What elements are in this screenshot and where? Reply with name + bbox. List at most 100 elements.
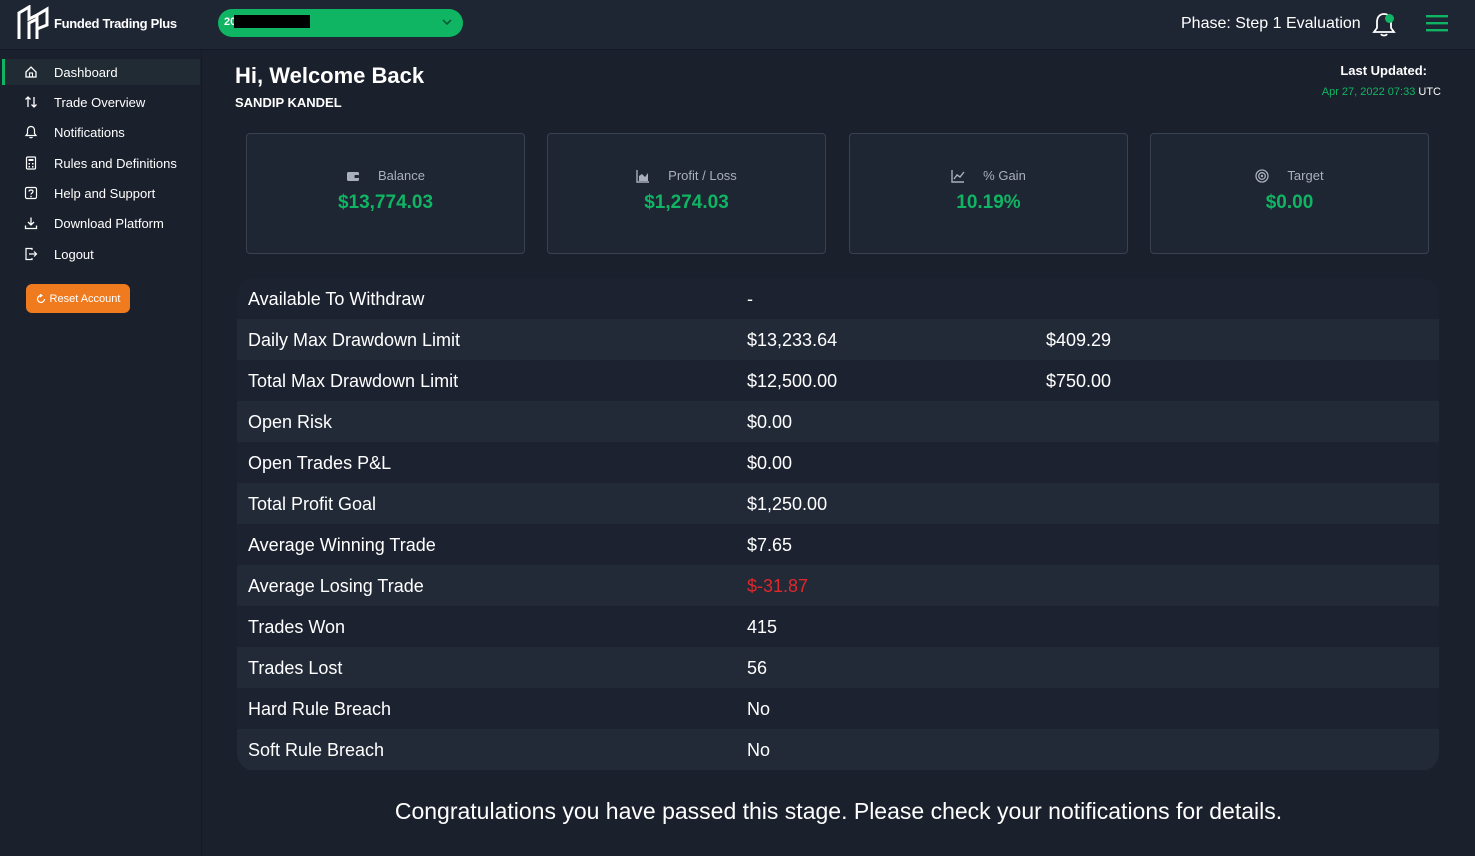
gain-value: 10.19%	[956, 192, 1021, 213]
table-row: Total Max Drawdown Limit $12,500.00 $750…	[237, 360, 1439, 401]
row-label: Average Winning Trade	[248, 535, 436, 555]
table-row: Trades Won 415	[237, 606, 1439, 647]
last-updated-label: Last Updated:	[1340, 63, 1427, 78]
target-icon	[1255, 168, 1270, 183]
row-value: $1,250.00	[747, 494, 828, 514]
download-icon	[24, 217, 38, 230]
table-row: Average Losing Trade $-31.87	[237, 565, 1439, 606]
row-label: Open Risk	[248, 412, 333, 432]
hamburger-menu-icon[interactable]	[1426, 13, 1448, 33]
balance-card: Balance $13,774.03	[246, 133, 525, 254]
row-value: $13,233.64	[747, 330, 838, 350]
row-extra: $409.29	[1046, 330, 1112, 350]
calculator-icon	[25, 156, 37, 170]
row-label: Trades Lost	[248, 658, 343, 678]
row-label: Trades Won	[248, 617, 346, 637]
card-title-row: Target	[1151, 168, 1428, 183]
logout-icon	[25, 247, 38, 261]
row-value: $0.00	[747, 453, 793, 473]
row-value: $12,500.00	[747, 371, 838, 391]
row-label: Daily Max Drawdown Limit	[248, 330, 461, 350]
table-row: Average Winning Trade $7.65	[237, 524, 1439, 565]
row-label: Hard Rule Breach	[248, 699, 392, 719]
row-label: Average Losing Trade	[248, 576, 424, 596]
table-row: Open Risk $0.00	[237, 401, 1439, 442]
table-row: Total Profit Goal $1,250.00	[237, 483, 1439, 524]
home-icon	[25, 66, 37, 78]
question-icon	[24, 186, 38, 200]
sidebar-item-label: Dashboard	[54, 64, 118, 80]
last-updated-timezone: UTC	[1418, 86, 1441, 98]
reset-account-label: Reset Account	[49, 292, 121, 305]
card-title-row: Balance	[247, 168, 524, 183]
profit-loss-value: $1,274.03	[644, 192, 729, 213]
sidebar-item-help[interactable]: Help and Support	[2, 180, 200, 206]
account-redaction	[234, 15, 310, 28]
sidebar-item-label: Logout	[54, 246, 94, 262]
table-row: Trades Lost 56	[237, 647, 1439, 688]
phase-label: Phase: Step 1 Evaluation	[1181, 15, 1361, 32]
card-title: Profit / Loss	[668, 168, 737, 183]
card-title: % Gain	[983, 168, 1026, 183]
sidebar-item-label: Notifications	[54, 124, 125, 140]
sidebar-item-label: Download Platform	[54, 215, 164, 231]
page-title: Hi, Welcome Back	[235, 63, 425, 88]
row-value: 56	[747, 658, 768, 678]
last-updated-value: Apr 27, 2022 07:33 UTC	[1322, 86, 1441, 98]
bell-icon	[24, 125, 38, 139]
brand-name: Funded Trading Plus	[54, 15, 177, 31]
row-extra: $750.00	[1046, 371, 1112, 391]
ftp-logo-icon	[17, 5, 49, 39]
row-label: Total Profit Goal	[248, 494, 377, 514]
table-row: Hard Rule Breach No	[237, 688, 1439, 729]
arrows-updown-icon	[25, 96, 37, 108]
gain-card: % Gain 10.19%	[849, 133, 1128, 254]
card-title: Target	[1287, 168, 1324, 183]
refresh-icon	[36, 293, 45, 303]
sidebar-item-rules[interactable]: Rules and Definitions	[2, 150, 200, 176]
area-chart-icon	[636, 169, 650, 183]
row-value: $7.65	[747, 535, 793, 555]
account-select[interactable]: 20	[218, 9, 463, 37]
balance-value: $13,774.03	[337, 192, 434, 213]
notification-dot	[1385, 14, 1394, 23]
card-title-row: Profit / Loss	[548, 168, 825, 183]
reset-account-button[interactable]: Reset Account	[26, 284, 130, 313]
row-value: 415	[747, 617, 778, 637]
row-label: Soft Rule Breach	[248, 740, 385, 760]
sidebar-item-dashboard[interactable]: Dashboard	[2, 59, 200, 85]
row-value: -	[747, 289, 753, 309]
sidebar-item-notifications[interactable]: Notifications	[2, 119, 200, 145]
profit-loss-card: Profit / Loss $1,274.03	[547, 133, 826, 254]
target-card: Target $0.00	[1150, 133, 1429, 254]
row-value: $0.00	[747, 412, 793, 432]
last-updated-date: Apr 27, 2022 07:33	[1321, 86, 1416, 98]
account-stats-table: Available To Withdraw - Daily Max Drawdo…	[237, 278, 1439, 771]
table-row: Soft Rule Breach No	[237, 729, 1439, 770]
row-label: Open Trades P&L	[248, 453, 392, 473]
row-value-negative: $-31.87	[747, 576, 809, 596]
sidebar-item-logout[interactable]: Logout	[2, 241, 200, 267]
sidebar-item-label: Trade Overview	[54, 94, 146, 110]
sidebar-item-label: Help and Support	[54, 185, 156, 201]
table-row: Available To Withdraw -	[237, 278, 1439, 319]
brand-logo[interactable]: Funded Trading Plus	[17, 5, 177, 41]
row-value: No	[747, 740, 771, 760]
sidebar-item-label: Rules and Definitions	[54, 155, 177, 171]
card-title-row: % Gain	[850, 168, 1127, 183]
congratulations-message: Congratulations you have passed this sta…	[394, 798, 1283, 824]
card-title: Balance	[378, 168, 425, 183]
wallet-icon	[347, 171, 359, 181]
line-chart-icon	[951, 169, 965, 183]
top-bar: Funded Trading Plus 20 Phase: Step 1 Eva…	[0, 0, 1475, 50]
table-row: Open Trades P&L $0.00	[237, 442, 1439, 483]
username: SANDIP KANDEL	[235, 95, 342, 110]
sidebar-item-download[interactable]: Download Platform	[2, 210, 200, 236]
row-value: No	[747, 699, 771, 719]
chevron-down-icon	[442, 19, 452, 26]
row-label: Total Max Drawdown Limit	[248, 371, 459, 391]
table-row: Daily Max Drawdown Limit $13,233.64 $409…	[237, 319, 1439, 360]
sidebar-item-trade-overview[interactable]: Trade Overview	[2, 89, 200, 115]
row-label: Available To Withdraw	[248, 289, 425, 309]
sidebar: Dashboard Trade Overview Notifications R…	[0, 50, 202, 856]
